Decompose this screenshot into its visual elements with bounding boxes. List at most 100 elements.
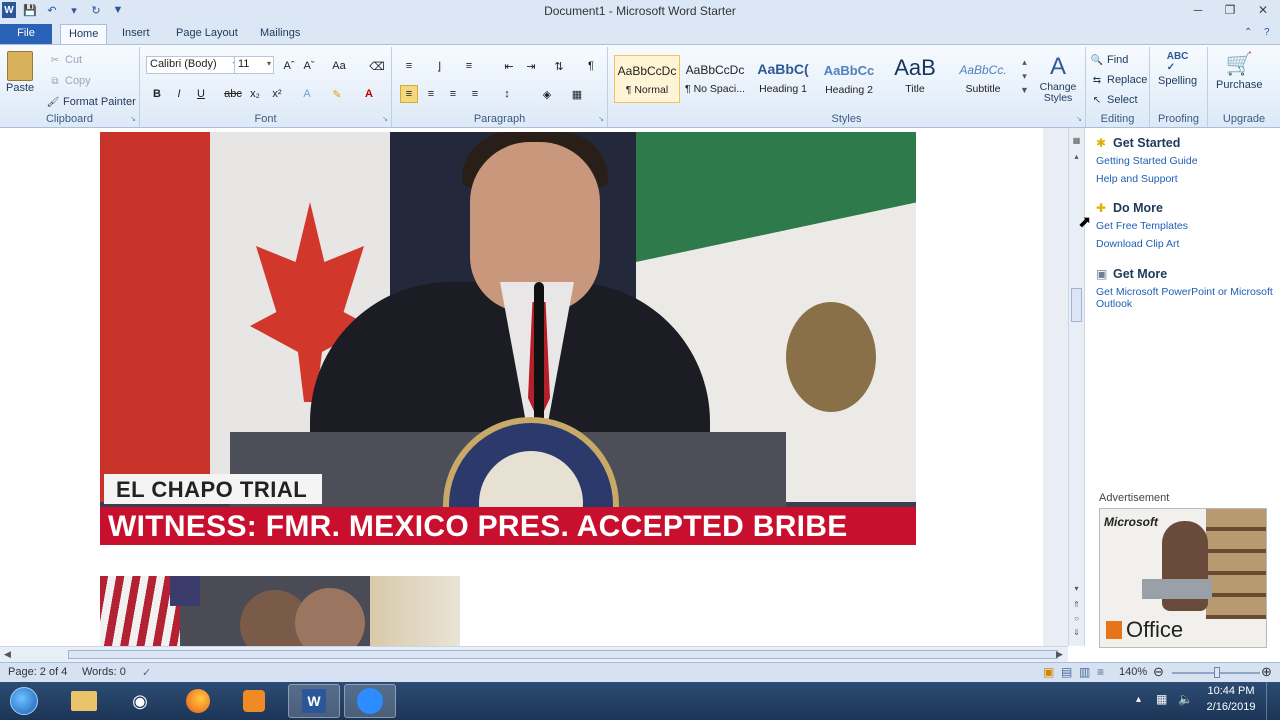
find-button[interactable]: 🔍 Find: [1090, 53, 1129, 67]
scroll-right-icon[interactable]: ▶: [1056, 649, 1063, 660]
style-normal[interactable]: AaBbCcDc ¶ Normal: [614, 55, 680, 103]
horizontal-scrollbar[interactable]: ◀ ▶: [0, 646, 1068, 662]
font-name-select[interactable]: Calibri (Body)▾: [146, 56, 240, 74]
get-free-templates-link[interactable]: Get Free Templates: [1096, 220, 1276, 232]
shading-icon[interactable]: ◈: [538, 85, 556, 103]
minimize-button[interactable]: ─: [1185, 3, 1211, 17]
grow-font-icon[interactable]: Aˆ: [280, 57, 298, 75]
format-painter-button[interactable]: 🖌 Format Painter: [46, 95, 136, 109]
justify-icon[interactable]: ≡: [466, 85, 484, 103]
change-case-icon[interactable]: Aa: [330, 57, 348, 75]
bullets-icon[interactable]: ≡: [400, 57, 418, 75]
cut-button[interactable]: ✂ Cut: [48, 53, 82, 67]
font-color-icon[interactable]: A: [360, 85, 378, 103]
numbering-icon[interactable]: ⌋: [430, 57, 448, 75]
zoom-slider-thumb[interactable]: [1214, 667, 1220, 678]
underline-icon[interactable]: U: [192, 85, 210, 103]
tab-home[interactable]: Home: [60, 24, 108, 44]
getting-started-guide-link[interactable]: Getting Started Guide: [1096, 155, 1276, 167]
horizontal-scroll-thumb[interactable]: [68, 650, 1058, 659]
change-styles-button[interactable]: A Change Styles: [1038, 53, 1078, 104]
minimize-ribbon-icon[interactable]: ⌃: [1244, 27, 1252, 38]
next-page-icon[interactable]: ⇓: [1071, 628, 1082, 638]
select-button[interactable]: ↖ Select: [1090, 93, 1138, 107]
align-right-icon[interactable]: ≡: [444, 85, 462, 103]
subscript-icon[interactable]: x₂: [246, 85, 264, 103]
superscript-icon[interactable]: x²: [268, 85, 286, 103]
purchase-button[interactable]: 🛒 Purchase: [1216, 51, 1262, 91]
scroll-down-icon[interactable]: ▾: [1071, 584, 1082, 594]
help-and-support-link[interactable]: Help and Support: [1096, 173, 1276, 185]
style-heading-1[interactable]: AaBbC( Heading 1: [750, 55, 816, 103]
align-left-icon[interactable]: ≡: [400, 85, 418, 103]
borders-icon[interactable]: ▦: [568, 85, 586, 103]
zoom-in-icon[interactable]: ⊕: [1261, 664, 1272, 680]
page-count[interactable]: Page: 2 of 4: [8, 666, 67, 678]
show-desktop-button[interactable]: [1266, 682, 1280, 720]
clipboard-launcher-icon[interactable]: ↘: [130, 115, 136, 123]
style-no-spacing[interactable]: AaBbCcDc ¶ No Spaci...: [682, 55, 748, 103]
zoom-app-icon[interactable]: [344, 684, 396, 718]
font-launcher-icon[interactable]: ↘: [382, 115, 388, 123]
print-layout-view-icon[interactable]: ▣: [1043, 665, 1054, 679]
paste-button[interactable]: Paste: [6, 51, 34, 94]
style-title[interactable]: AaB Title: [882, 55, 948, 103]
strikethrough-icon[interactable]: abc: [224, 85, 242, 103]
media-player-icon[interactable]: [228, 684, 280, 718]
second-news-image[interactable]: [100, 576, 460, 646]
maximize-button[interactable]: ❐: [1217, 3, 1243, 17]
zoom-level[interactable]: 140%: [1119, 666, 1147, 678]
get-powerpoint-outlook-link[interactable]: Get Microsoft PowerPoint or Microsoft Ou…: [1096, 286, 1276, 310]
scroll-left-icon[interactable]: ◀: [4, 649, 11, 660]
styles-launcher-icon[interactable]: ↘: [1076, 115, 1082, 123]
sort-icon[interactable]: ⇅: [550, 57, 568, 75]
help-icon[interactable]: ?: [1264, 27, 1270, 38]
highlight-icon[interactable]: ✎: [328, 85, 346, 103]
web-layout-icon[interactable]: ▥: [1079, 665, 1090, 679]
select-browse-object-icon[interactable]: ○: [1071, 614, 1082, 624]
show-paragraph-marks-icon[interactable]: ¶: [582, 57, 600, 75]
decrease-indent-icon[interactable]: ⇤: [500, 57, 518, 75]
replace-button[interactable]: ⇆ Replace: [1090, 73, 1148, 87]
show-hidden-icons-icon[interactable]: ▴: [1136, 694, 1141, 705]
proofing-status-icon[interactable]: ✓: [142, 666, 151, 679]
full-screen-reading-icon[interactable]: ▤: [1061, 665, 1072, 679]
start-button-icon[interactable]: [0, 684, 48, 718]
ruler-toggle-icon[interactable]: ▦: [1071, 136, 1082, 146]
paragraph-launcher-icon[interactable]: ↘: [598, 115, 604, 123]
style-heading-2[interactable]: AaBbCc Heading 2: [816, 55, 882, 103]
shrink-font-icon[interactable]: Aˇ: [300, 57, 318, 75]
style-subtitle[interactable]: AaBbCc. Subtitle: [950, 55, 1016, 103]
zoom-out-icon[interactable]: ⊖: [1153, 664, 1164, 680]
network-icon[interactable]: ▦: [1156, 692, 1167, 706]
close-button[interactable]: ✕: [1250, 3, 1276, 17]
clock-date[interactable]: 2/16/2019: [1204, 701, 1258, 713]
advertisement-banner[interactable]: Microsoft Office: [1099, 508, 1267, 648]
line-spacing-icon[interactable]: ↕: [498, 85, 516, 103]
font-size-select[interactable]: 11 ▾: [234, 56, 274, 74]
align-center-icon[interactable]: ≡: [422, 85, 440, 103]
download-clip-art-link[interactable]: Download Clip Art: [1096, 238, 1276, 250]
previous-page-icon[interactable]: ⇑: [1071, 600, 1082, 610]
styles-gallery-scroll[interactable]: ▴ ▾ ▼: [1020, 57, 1029, 95]
spelling-button[interactable]: ABC ✓ Spelling: [1158, 51, 1197, 87]
draft-view-icon[interactable]: ≡: [1097, 665, 1104, 679]
bold-icon[interactable]: B: [148, 85, 166, 103]
word-taskbar-icon[interactable]: W: [288, 684, 340, 718]
multilevel-list-icon[interactable]: ≡: [460, 57, 478, 75]
volume-icon[interactable]: 🔈: [1178, 692, 1193, 706]
text-effects-icon[interactable]: A: [298, 85, 316, 103]
news-screenshot-image[interactable]: EL CHAPO TRIAL WITNESS: FMR. MEXICO PRES…: [100, 132, 916, 545]
italic-icon[interactable]: I: [170, 85, 188, 103]
tab-mailings[interactable]: Mailings: [252, 24, 308, 44]
word-count[interactable]: Words: 0: [82, 666, 126, 678]
scroll-up-icon[interactable]: ▴: [1071, 152, 1082, 162]
file-explorer-icon[interactable]: [58, 684, 110, 718]
vertical-scroll-thumb[interactable]: [1071, 288, 1082, 322]
increase-indent-icon[interactable]: ⇥: [522, 57, 540, 75]
vertical-scrollbar[interactable]: ▦ ▴ ▾ ⇑ ○ ⇓: [1068, 128, 1084, 646]
clear-formatting-icon[interactable]: ⌫: [368, 57, 386, 75]
tab-insert[interactable]: Insert: [114, 24, 158, 44]
tab-page-layout[interactable]: Page Layout: [168, 24, 246, 44]
discord-icon[interactable]: ◉: [114, 684, 166, 718]
